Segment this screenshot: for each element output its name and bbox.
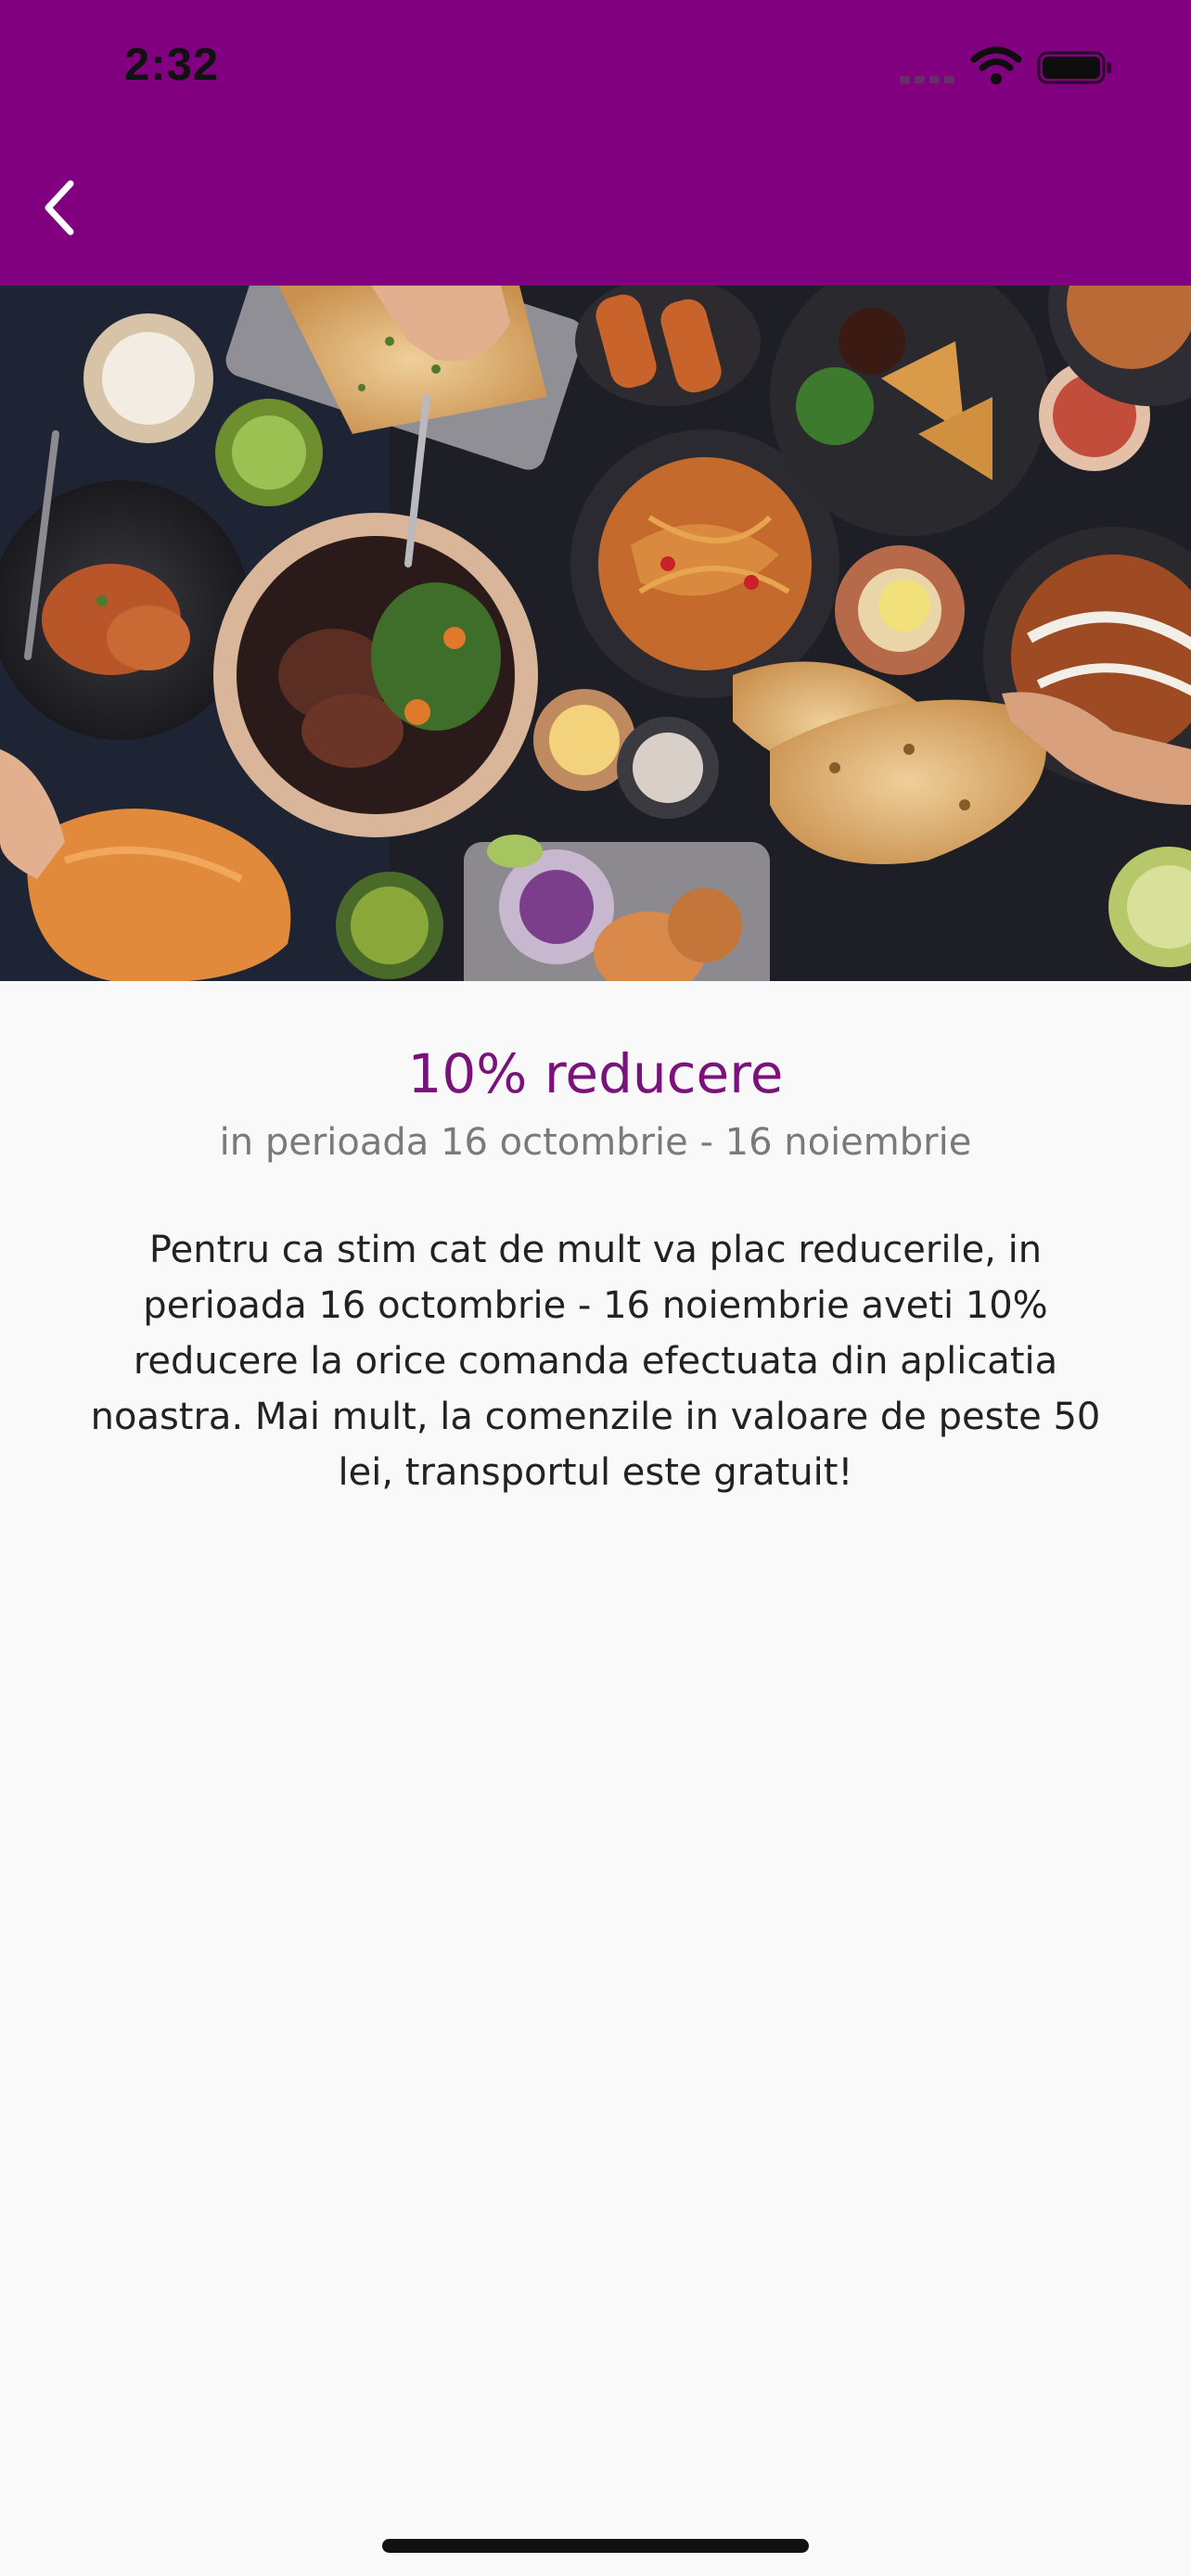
hero-food-image bbox=[0, 286, 1191, 981]
offer-period: in perioada 16 octombrie - 16 noiembrie bbox=[219, 1121, 972, 1164]
battery-full-icon bbox=[1037, 51, 1111, 84]
back-button[interactable] bbox=[26, 167, 98, 250]
offer-title: 10% reducere bbox=[407, 1042, 784, 1105]
home-indicator[interactable] bbox=[382, 2539, 809, 2553]
app-header: 2:32 bbox=[0, 0, 1191, 286]
food-spread-illustration bbox=[0, 286, 1191, 981]
promotion-detail-screen: 2:32 10% reducere in perioada 16 octombr… bbox=[0, 0, 1191, 2576]
chevron-left-icon bbox=[45, 180, 74, 236]
wifi-icon bbox=[970, 46, 1022, 84]
status-bar-time: 2:32 bbox=[124, 40, 220, 90]
cellular-signal-icon bbox=[900, 72, 957, 83]
offer-description: Pentru ca stim cat de mult va plac reduc… bbox=[90, 1229, 1101, 1494]
